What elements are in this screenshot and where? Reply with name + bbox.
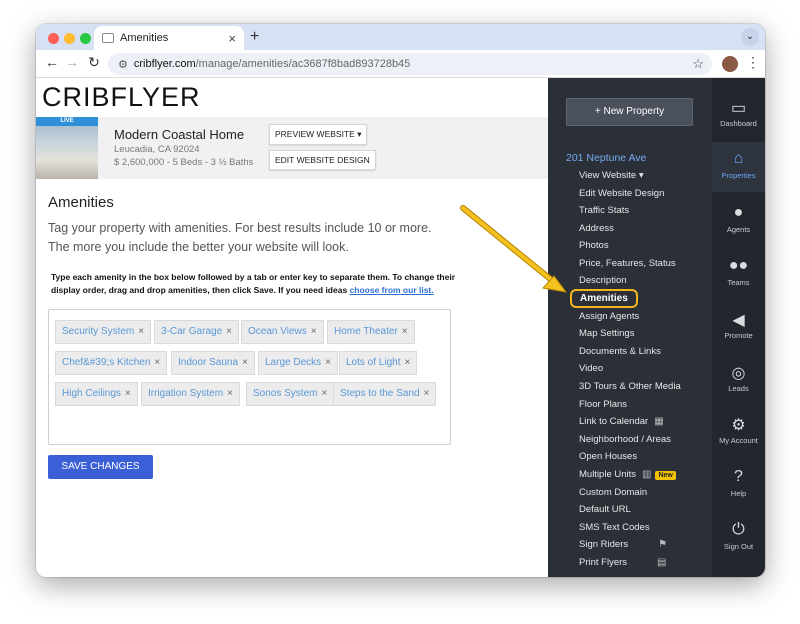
browser-window: Amenities × + ⌄ ← → ↻ ⚙ cribflyer.com/ma… [36, 24, 765, 577]
highlight-arrow-icon [460, 205, 568, 293]
